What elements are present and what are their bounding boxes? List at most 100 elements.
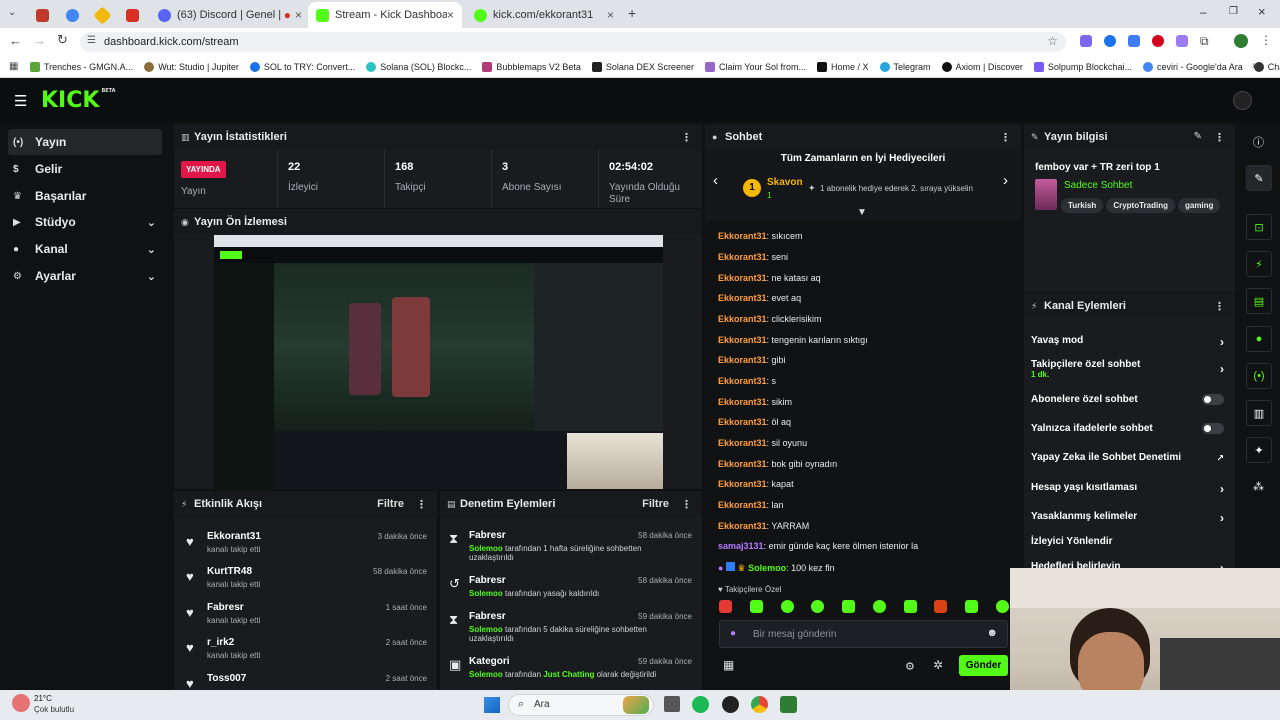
- extension-icon[interactable]: [1128, 35, 1140, 47]
- bookmark-item[interactable]: Wut: Studio | Jupiter: [144, 61, 239, 72]
- filter-button[interactable]: Filtre: [642, 498, 669, 510]
- emote-icon[interactable]: [749, 600, 763, 613]
- action-slow-mode[interactable]: Yavaş mod ›: [1031, 335, 1224, 349]
- sidebar-item-yayin[interactable]: (•) Yayın: [8, 129, 162, 155]
- edit-pencil-icon[interactable]: ✎: [1194, 131, 1202, 142]
- emote-icon[interactable]: [811, 600, 825, 613]
- app-icon[interactable]: [722, 696, 739, 713]
- sidebar-item-ayarlar[interactable]: ⚙ Ayarlar ⌄: [8, 263, 162, 289]
- action-account-age[interactable]: Hesap yaşı kısıtlaması ›: [1031, 482, 1224, 496]
- profile-avatar[interactable]: [1234, 34, 1248, 48]
- browser-tab-kick-dashboard[interactable]: Stream - Kick Dashboard ×: [308, 2, 462, 28]
- weather-temp[interactable]: 21°C: [34, 694, 52, 703]
- task-view-icon[interactable]: [664, 696, 680, 712]
- taskbar-search[interactable]: ⌕ Ara: [508, 694, 654, 716]
- window-close-icon[interactable]: ×: [1258, 4, 1266, 19]
- browser-tab-kick-channel[interactable]: kick.com/ekkorant31 ×: [466, 2, 622, 28]
- bookmark-item[interactable]: SOL to TRY: Convert...: [249, 61, 355, 72]
- notes-button[interactable]: ▤: [1246, 288, 1272, 314]
- sidebar-item-kanal[interactable]: ● Kanal ⌄: [8, 236, 162, 262]
- tab-close-icon[interactable]: ×: [447, 8, 454, 22]
- tab-close-icon[interactable]: ×: [607, 8, 614, 22]
- site-info-icon[interactable]: ☰: [87, 35, 96, 46]
- sidebar-item-gelir[interactable]: $ Gelir: [8, 156, 162, 182]
- action-raid[interactable]: İzleyici Yönlendir: [1031, 536, 1221, 547]
- browser-tab-4[interactable]: [118, 2, 144, 28]
- browser-menu-icon[interactable]: ⋮: [1260, 33, 1272, 47]
- settings-gear-icon[interactable]: ⚙: [905, 660, 915, 673]
- panel-menu-icon[interactable]: ⋮: [1214, 300, 1225, 313]
- emote-icon[interactable]: [965, 600, 979, 613]
- reload-icon[interactable]: ↻: [57, 32, 68, 48]
- url-field[interactable]: ☰ dashboard.kick.com/stream ☆: [80, 32, 1066, 52]
- bookmark-item[interactable]: Bubblemaps V2 Beta: [482, 61, 581, 72]
- bookmark-item[interactable]: Solana (SOL) Blockc...: [366, 61, 471, 72]
- extension-icon[interactable]: [1152, 35, 1164, 47]
- tag-chip[interactable]: CryptoTrading: [1106, 198, 1175, 213]
- browser-tab-3[interactable]: [88, 2, 114, 28]
- panel-menu-icon[interactable]: ⋮: [1214, 131, 1225, 144]
- panel-menu-icon[interactable]: ⋮: [416, 498, 427, 511]
- chevron-left-icon[interactable]: ‹: [713, 172, 718, 189]
- weather-icon[interactable]: [12, 694, 30, 712]
- bolt-button[interactable]: ⚡: [1246, 251, 1272, 277]
- emoji-icon[interactable]: ☻: [986, 627, 998, 639]
- user-avatar[interactable]: [1233, 91, 1252, 110]
- bookmark-star-icon[interactable]: ☆: [1047, 34, 1058, 48]
- kick-logo[interactable]: KICK BETA: [41, 88, 116, 113]
- subscribers-only-toggle[interactable]: [1202, 394, 1224, 405]
- action-banned-words[interactable]: Yasaklanmış kelimeler ›: [1031, 511, 1224, 525]
- send-button[interactable]: Gönder: [959, 655, 1008, 676]
- category-thumbnail[interactable]: [1035, 179, 1057, 210]
- bookmark-item[interactable]: Home / X: [817, 61, 869, 72]
- clip-button[interactable]: ⊡: [1246, 214, 1272, 240]
- hamburger-menu-icon[interactable]: ☰: [14, 92, 27, 110]
- bookmark-item[interactable]: Axiom | Discover: [941, 61, 1023, 72]
- more-bookmarks-icon[interactable]: »: [1252, 60, 1258, 71]
- panel-menu-icon[interactable]: ⋮: [681, 131, 692, 144]
- filter-button[interactable]: Filtre: [377, 498, 404, 510]
- chrome-icon[interactable]: [751, 696, 768, 713]
- edit-stream-button[interactable]: ✎: [1246, 165, 1272, 191]
- extension-icon[interactable]: [1104, 35, 1116, 47]
- panel-menu-icon[interactable]: ⋮: [1000, 131, 1011, 144]
- emote-icon[interactable]: [903, 600, 917, 613]
- bookmark-item[interactable]: Trenches - GMGN.A...: [30, 61, 133, 72]
- emote-icon[interactable]: [872, 600, 886, 613]
- tools-button[interactable]: ✦: [1246, 437, 1272, 463]
- bookmark-item[interactable]: Solana DEX Screener: [591, 61, 694, 72]
- extensions-puzzle-icon[interactable]: ⧉: [1200, 34, 1209, 49]
- sidebar-item-studyo[interactable]: ▶ Stüdyo ⌄: [8, 209, 162, 235]
- store-icon[interactable]: ▦: [723, 658, 734, 672]
- tab-list-icon[interactable]: ⌄: [8, 7, 16, 18]
- bookmark-item[interactable]: Telegram: [879, 61, 931, 72]
- emote-icon[interactable]: [780, 600, 794, 613]
- sidebar-item-basarilar[interactable]: ♛ Başarılar: [8, 183, 162, 209]
- browser-tab-2[interactable]: [58, 2, 84, 28]
- spotify-icon[interactable]: [692, 696, 709, 713]
- emote-icon[interactable]: [995, 600, 1009, 613]
- minimize-icon[interactable]: –: [1200, 5, 1207, 19]
- gifter-name[interactable]: Skavon: [767, 177, 803, 188]
- panel-menu-icon[interactable]: ⋮: [681, 498, 692, 511]
- action-followers-only-chat[interactable]: Takipçilere özel sohbet 1 dk. ›: [1031, 359, 1224, 379]
- tag-chip[interactable]: gaming: [1177, 198, 1221, 213]
- obs-icon[interactable]: [780, 696, 797, 713]
- tab-close-icon[interactable]: ×: [295, 8, 302, 22]
- extension-icon[interactable]: [1080, 35, 1092, 47]
- browser-tab-discord[interactable]: (63) Discord | Genel | emir. ● ×: [150, 2, 310, 28]
- pin-icon[interactable]: ▼: [857, 207, 867, 218]
- windows-start-icon[interactable]: [484, 697, 500, 713]
- emote-only-toggle[interactable]: [1202, 423, 1224, 434]
- integrations-icon[interactable]: ⁂: [1253, 480, 1264, 493]
- action-ai-moderation[interactable]: Yapay Zeka ile Sohbet Denetimi ↗: [1031, 452, 1224, 463]
- bookmark-item[interactable]: Solpump Blockchai...: [1033, 61, 1132, 72]
- browser-tab-1[interactable]: [28, 2, 54, 28]
- forward-icon[interactable]: →: [33, 33, 46, 48]
- broadcast-button[interactable]: (•): [1246, 363, 1272, 389]
- emote-icon[interactable]: [719, 600, 732, 613]
- tag-chip[interactable]: Turkish: [1061, 198, 1104, 213]
- chat-popout-button[interactable]: ●: [1246, 326, 1272, 352]
- category-name[interactable]: Sadece Sohbet: [1064, 180, 1132, 191]
- info-icon[interactable]: ⓘ: [1253, 134, 1264, 150]
